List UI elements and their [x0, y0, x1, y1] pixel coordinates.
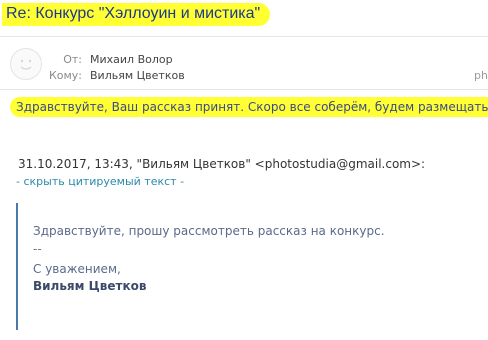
sender-avatar	[10, 48, 42, 80]
from-label: От:	[63, 53, 82, 66]
quote-header: 31.10.2017, 13:43, "Вильям Цветков" <pho…	[18, 157, 426, 171]
quote-bar	[16, 203, 18, 330]
quoted-separator: --	[33, 242, 42, 256]
email-subject: Re: Конкурс "Хэллоуин и мистика"	[2, 3, 271, 26]
reply-message: Здравствуйте, Ваш рассказ принят. Скоро …	[10, 97, 488, 117]
truncated-text: ph	[474, 69, 488, 82]
to-label: Кому:	[48, 69, 82, 82]
quoted-body: Здравствуйте, прошу рассмотреть рассказ …	[33, 224, 385, 238]
quoted-signature: Вильям Цветков	[33, 279, 147, 293]
quoted-regards: С уважением,	[33, 262, 121, 276]
to-value[interactable]: Вильям Цветков	[90, 69, 185, 82]
smiley-icon	[20, 59, 32, 70]
header-divider	[0, 36, 488, 37]
meta-divider	[0, 89, 488, 90]
from-value[interactable]: Михаил Волор	[90, 53, 173, 66]
hide-quote-link[interactable]: - скрыть цитируемый текст -	[16, 175, 184, 188]
